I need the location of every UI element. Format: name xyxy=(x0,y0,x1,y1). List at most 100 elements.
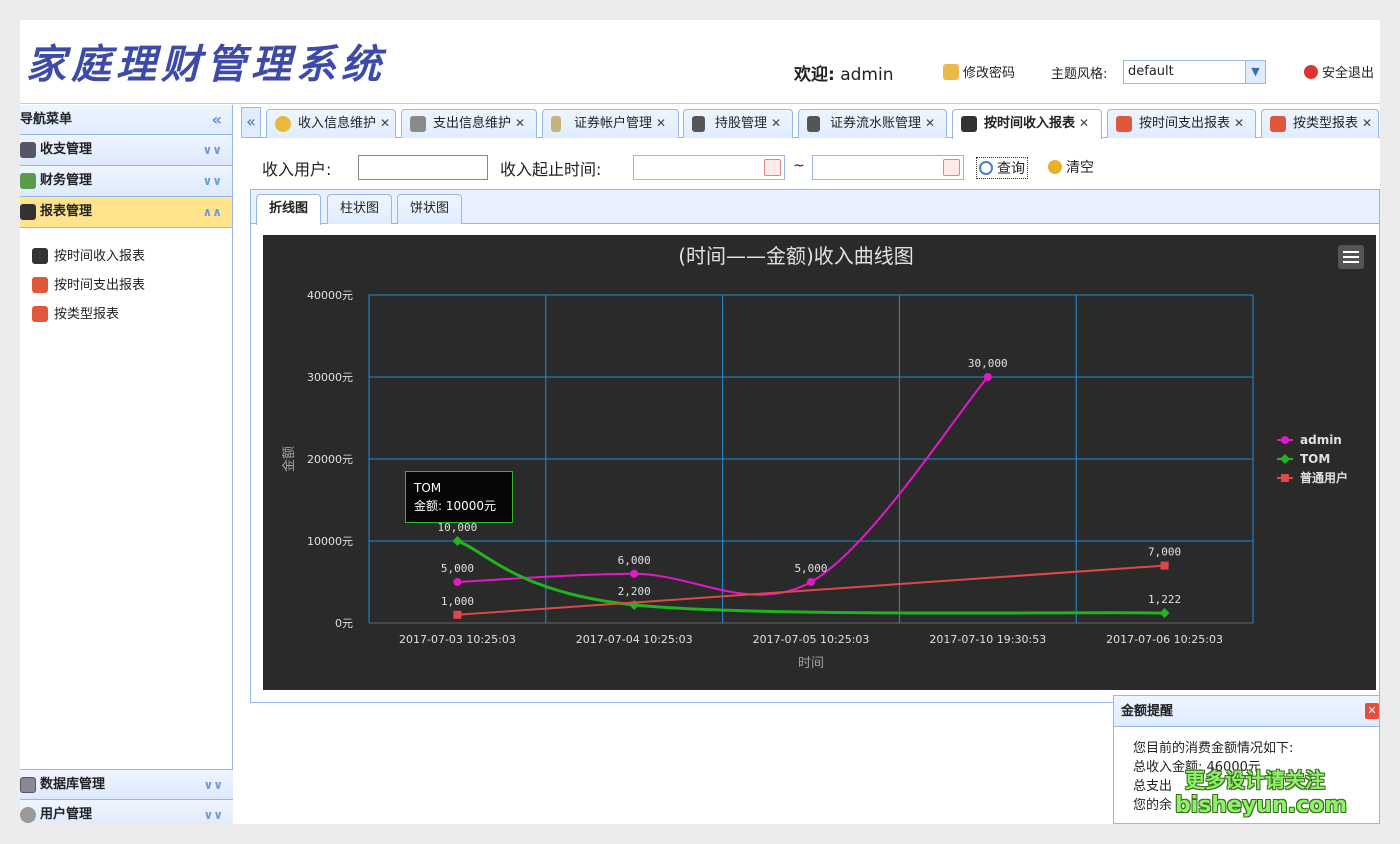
y-tick-label: 30000元 xyxy=(307,371,353,384)
y-tick-label: 40000元 xyxy=(307,289,353,302)
legend-marker xyxy=(1280,454,1290,464)
tab-line-chart[interactable]: 折线图 xyxy=(256,194,322,225)
welcome-text: 欢迎: admin xyxy=(794,60,894,85)
watermark: 更多设计请关注 bisheyun.com xyxy=(1175,767,1348,819)
chart-menu-icon[interactable] xyxy=(1338,245,1364,269)
data-point xyxy=(452,536,463,546)
change-password-label: 修改密码 xyxy=(963,66,1016,81)
tab-scroll-left-icon[interactable]: « xyxy=(241,107,261,138)
gear-icon xyxy=(20,807,36,823)
theme-select[interactable]: default ▼ xyxy=(1123,60,1266,84)
change-password-link[interactable]: 修改密码 xyxy=(943,62,1015,81)
tab-expense-maintenance[interactable]: 支出信息维护 ✕ xyxy=(401,109,537,138)
close-icon[interactable]: ✕ xyxy=(771,116,781,130)
tab-income-by-time[interactable]: 按时间收入报表 ✕ xyxy=(952,109,1102,139)
clear-button[interactable]: 清空 xyxy=(1048,157,1094,177)
tab-income-maintenance[interactable]: 收入信息维护 ✕ xyxy=(266,109,396,138)
data-point xyxy=(807,578,815,586)
doc-icon xyxy=(807,116,820,132)
menu-item-expense-by-time[interactable]: 按时间支出报表 xyxy=(20,271,232,300)
expand-icon: ∨∨ xyxy=(203,808,224,822)
user-name: admin xyxy=(840,65,894,85)
sidebar-section-database[interactable]: 数据库管理 ∨∨ xyxy=(20,769,233,800)
start-date-input[interactable] xyxy=(633,155,785,180)
x-tick-label: 2017-07-04 10:25:03 xyxy=(576,633,693,646)
tooltip-value: 金额: 10000元 xyxy=(414,499,497,513)
edit-lock-icon xyxy=(943,63,959,80)
sidebar: 导航菜单 « 收支管理 ∨∨ 财务管理 ∨∨ 报表管理 ∧∧ 按时间收入报表 按… xyxy=(20,105,233,824)
income-user-label: 收入用户: xyxy=(262,160,332,179)
tab-label: 按时间支出报表 xyxy=(1139,116,1231,131)
sidebar-section-users[interactable]: 用户管理 ∨∨ xyxy=(20,800,233,824)
chart-svg: (时间——金额)收入曲线图 0元 10000元 20000元 30000元 40000元 2… xyxy=(281,244,1348,671)
chip-icon xyxy=(961,116,977,132)
menu-item-by-type[interactable]: 按类型报表 xyxy=(20,300,232,329)
sidebar-section-income[interactable]: 收支管理 ∨∨ xyxy=(20,135,232,166)
close-icon[interactable]: ✕ xyxy=(1362,116,1372,130)
data-point xyxy=(1159,607,1170,618)
close-icon[interactable]: ✕ xyxy=(380,116,390,130)
menu-item-label: 按类型报表 xyxy=(54,307,120,322)
tab-by-type[interactable]: 按类型报表 ✕ xyxy=(1261,109,1379,138)
close-icon[interactable]: ✕ xyxy=(1234,116,1244,130)
logout-label: 安全退出 xyxy=(1322,66,1375,81)
clear-label: 清空 xyxy=(1066,160,1094,176)
sidebar-section-finance[interactable]: 财务管理 ∨∨ xyxy=(20,166,232,197)
collapse-sidebar-icon[interactable]: « xyxy=(212,105,222,135)
watermark-line: bisheyun.com xyxy=(1175,793,1348,818)
hierarchy-icon xyxy=(32,306,48,322)
menu-item-label: 按时间支出报表 xyxy=(54,278,146,293)
close-icon[interactable]: ✕ xyxy=(1079,116,1089,130)
calendar-icon[interactable] xyxy=(764,159,781,176)
theme-label: 主题风格: xyxy=(1051,67,1108,82)
app-window: 家庭理财管理系统 欢迎: admin 修改密码 主题风格: default ▼ … xyxy=(20,20,1380,824)
app-logo: 家庭理财管理系统 xyxy=(26,41,386,88)
collapse-icon: ∧∧ xyxy=(202,205,223,219)
sidebar-section-label: 财务管理 xyxy=(40,173,93,188)
close-icon[interactable]: ✕ xyxy=(515,116,525,130)
menu-item-income-by-time[interactable]: 按时间收入报表 xyxy=(20,242,232,271)
income-user-input[interactable] xyxy=(358,155,488,180)
coins-icon xyxy=(275,116,291,132)
popup-title: 金额提醒 xyxy=(1121,704,1174,719)
monitor-icon xyxy=(20,142,36,158)
end-date-input[interactable] xyxy=(812,155,964,180)
watermark-line: 更多设计请关注 xyxy=(1185,768,1325,792)
logout-link[interactable]: 安全退出 xyxy=(1304,62,1374,81)
x-axis-label: 时间 xyxy=(798,656,824,671)
tab-label: 收入信息维护 xyxy=(298,116,377,131)
report-menu-list: 按时间收入报表 按时间支出报表 按类型报表 xyxy=(20,228,232,329)
tab-bar-chart[interactable]: 柱状图 xyxy=(327,194,393,224)
close-icon[interactable]: ✕ xyxy=(925,116,935,130)
close-icon[interactable]: ✕ xyxy=(656,116,666,130)
y-axis-label: 金额 xyxy=(281,446,297,472)
data-label: 7,000 xyxy=(1148,546,1181,559)
popup-line: 您目前的消费金额情况如下: xyxy=(1133,741,1294,756)
data-label: 1,222 xyxy=(1148,593,1181,606)
expand-icon: ∨∨ xyxy=(202,174,223,188)
close-icon[interactable]: ✕ xyxy=(1365,703,1379,719)
sidebar-section-reports[interactable]: 报表管理 ∧∧ xyxy=(20,197,232,228)
calendar-icon[interactable] xyxy=(943,159,960,176)
tab-securities-account[interactable]: 证券帐户管理 ✕ xyxy=(542,109,679,138)
tab-securities-ledger[interactable]: 证券流水账管理 ✕ xyxy=(798,109,947,138)
chart-type-tabs: 折线图 柱状图 饼状图 xyxy=(251,190,1379,225)
tab-label: 按类型报表 xyxy=(1293,116,1359,131)
data-point xyxy=(630,569,639,578)
tab-expense-by-time[interactable]: 按时间支出报表 ✕ xyxy=(1107,109,1256,138)
tab-pie-chart[interactable]: 饼状图 xyxy=(397,194,463,224)
chevron-down-icon[interactable]: ▼ xyxy=(1245,61,1265,83)
hierarchy-icon xyxy=(32,277,48,293)
sidebar-section-label: 报表管理 xyxy=(40,204,93,219)
range-separator: ~ xyxy=(793,158,805,174)
search-button[interactable]: 查询 xyxy=(976,157,1028,179)
x-tick-label: 2017-07-03 10:25:03 xyxy=(399,633,516,646)
chart-tooltip: TOM 金额: 10000元 xyxy=(405,471,513,523)
hierarchy-icon xyxy=(1116,116,1132,132)
legend-label: TOM xyxy=(1300,452,1330,466)
key-icon xyxy=(551,116,561,132)
power-icon xyxy=(1304,64,1318,79)
clear-icon xyxy=(1048,160,1062,174)
expand-icon: ∨∨ xyxy=(202,143,223,157)
tab-holdings[interactable]: 持股管理 ✕ xyxy=(683,109,793,138)
